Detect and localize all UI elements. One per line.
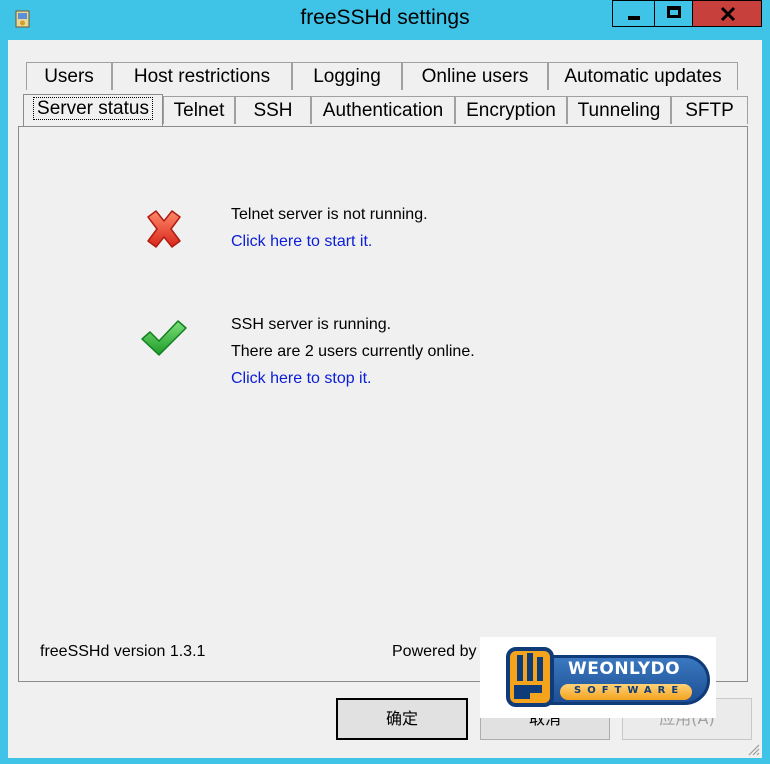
tab-tunneling[interactable]: Tunneling: [567, 96, 671, 124]
server-status-panel: Telnet server is not running. Click here…: [18, 126, 748, 718]
logo-subtext: SOFTWARE: [574, 685, 685, 696]
tab-server-status-label: Server status: [33, 97, 153, 120]
ssh-status-text: SSH server is running.: [231, 316, 392, 333]
tab-automatic-updates[interactable]: Automatic updates: [548, 62, 738, 90]
tab-online-users[interactable]: Online users: [402, 62, 548, 90]
tab-logging[interactable]: Logging: [292, 62, 402, 90]
maximize-button[interactable]: [654, 0, 693, 27]
tab-authentication[interactable]: Authentication: [311, 96, 455, 124]
powered-by-label: Powered by: [392, 643, 477, 660]
hand-logo-icon: [506, 647, 554, 707]
version-label: freeSSHd version 1.3.1: [40, 643, 206, 660]
logo-wordmark: WEONLYDO: [568, 659, 681, 679]
maximize-icon: [667, 6, 681, 18]
red-x-icon: [147, 210, 181, 248]
ssh-stop-link[interactable]: Click here to stop it.: [231, 370, 372, 388]
ssh-users-text: There are 2 users currently online.: [231, 343, 475, 360]
dialog-client-area: Users Host restrictions Logging Online u…: [8, 40, 762, 758]
tab-users[interactable]: Users: [26, 62, 112, 90]
close-icon: [720, 6, 736, 22]
minimize-icon: [628, 16, 640, 20]
tab-ssh[interactable]: SSH: [235, 96, 311, 124]
tab-server-status[interactable]: Server status: [23, 94, 163, 126]
tab-sftp[interactable]: SFTP: [671, 96, 748, 124]
weonlydo-logo[interactable]: WEONLYDO SOFTWARE: [480, 637, 716, 718]
minimize-button[interactable]: [612, 0, 654, 27]
telnet-start-link[interactable]: Click here to start it.: [231, 233, 372, 251]
tab-encryption[interactable]: Encryption: [455, 96, 567, 124]
tab-host-restrictions[interactable]: Host restrictions: [112, 62, 292, 90]
green-check-icon: [141, 320, 187, 356]
ok-button[interactable]: 确定: [336, 698, 468, 740]
title-bar[interactable]: freeSSHd settings: [0, 0, 770, 40]
close-button[interactable]: [693, 0, 762, 27]
tab-telnet[interactable]: Telnet: [163, 96, 235, 124]
telnet-status-text: Telnet server is not running.: [231, 206, 428, 223]
resize-grip-icon[interactable]: [746, 742, 760, 756]
